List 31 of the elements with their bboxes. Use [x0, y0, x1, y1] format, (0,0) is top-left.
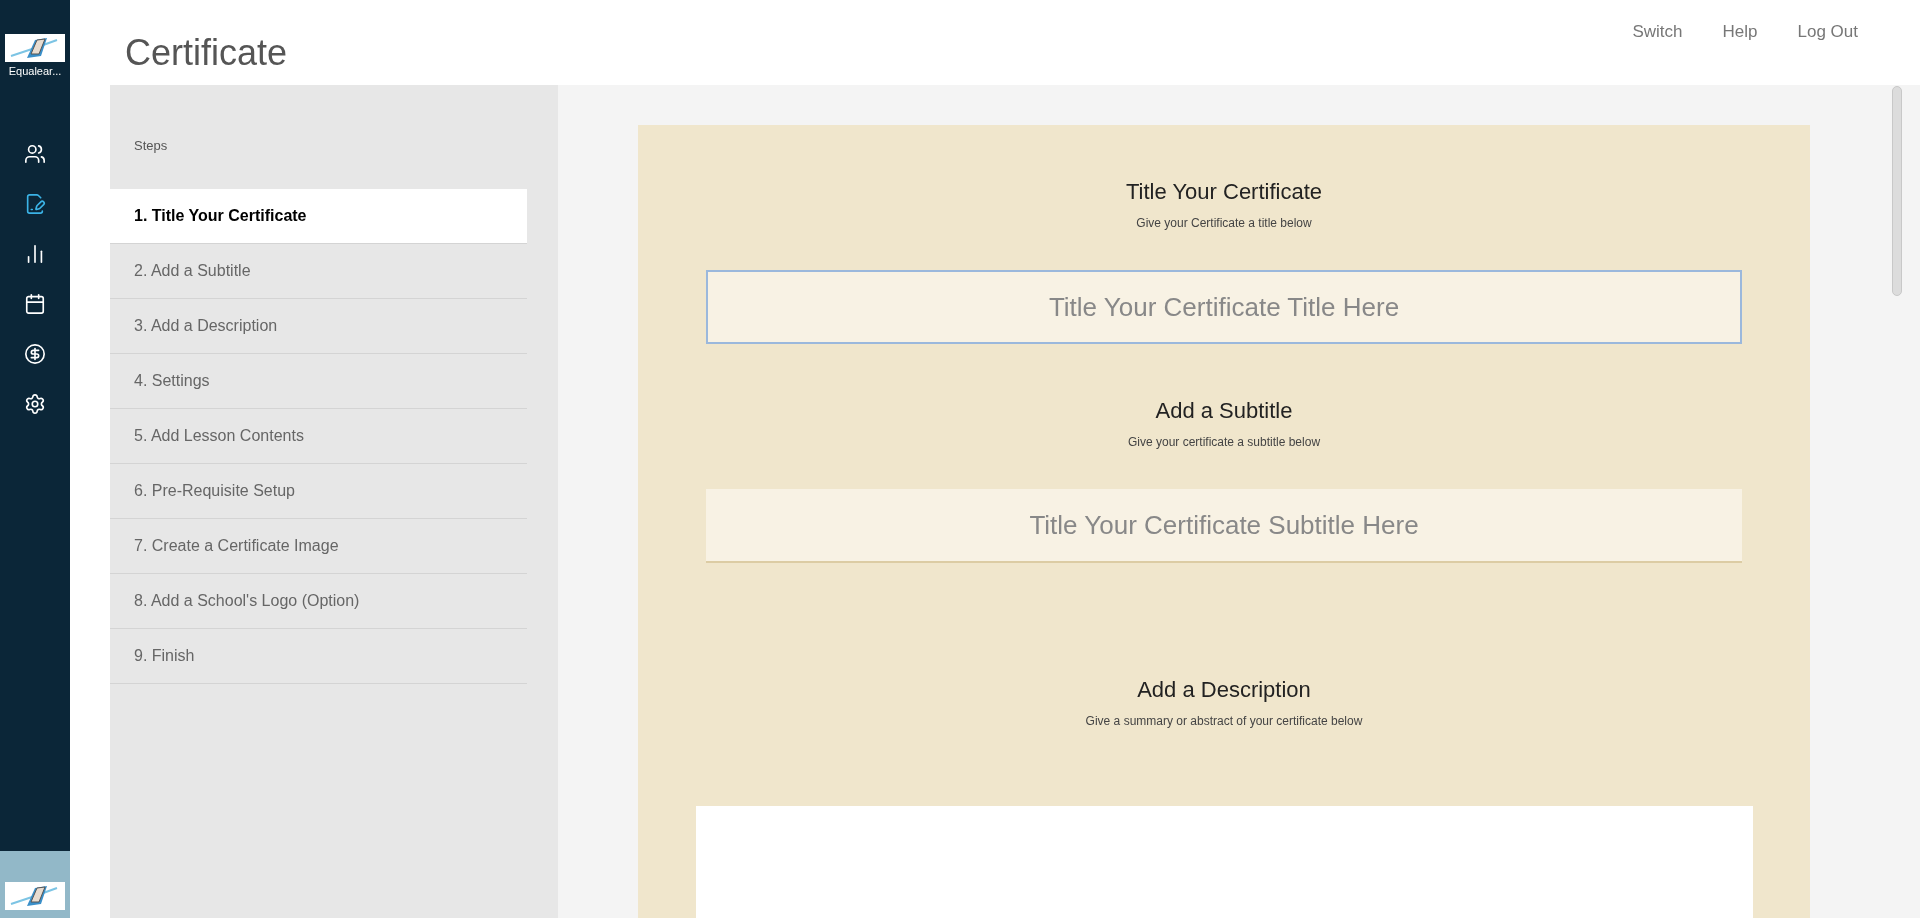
- step-item[interactable]: 7. Create a Certificate Image: [110, 519, 527, 574]
- brand-logo: [5, 34, 65, 62]
- header-link[interactable]: Log Out: [1797, 19, 1858, 45]
- scrollbar[interactable]: [1892, 86, 1902, 296]
- section-hint: Give your certificate a subtitle below: [1127, 434, 1321, 451]
- steps-heading: Steps: [134, 138, 168, 153]
- dollar-icon[interactable]: [24, 342, 46, 365]
- edit-icon[interactable]: [24, 192, 46, 215]
- calendar-icon[interactable]: [24, 292, 46, 315]
- settings-icon[interactable]: [24, 392, 46, 415]
- step-item[interactable]: 4. Settings: [110, 354, 527, 409]
- section-hint: Give your Certificate a title below: [1136, 215, 1312, 232]
- header-link[interactable]: Switch: [1632, 19, 1683, 45]
- step-item[interactable]: 6. Pre-Requisite Setup: [110, 464, 527, 519]
- brand-name: Equalear...: [8, 64, 62, 79]
- text-input[interactable]: Title Your Certificate Title Here: [706, 270, 1742, 344]
- section-hint: Give a summary or abstract of your certificate below: [1085, 713, 1363, 730]
- header-link[interactable]: Help: [1722, 19, 1758, 45]
- footer-logo: [5, 882, 65, 910]
- section-heading: Add a Description: [1137, 676, 1311, 704]
- people-icon[interactable]: [24, 142, 46, 165]
- step-item[interactable]: 3. Add a Description: [110, 299, 527, 354]
- step-item[interactable]: 5. Add Lesson Contents: [110, 409, 527, 464]
- text-input[interactable]: Title Your Certificate Subtitle Here: [706, 489, 1742, 563]
- step-item[interactable]: 8. Add a School's Logo (Option): [110, 574, 527, 629]
- page-title: Certificate: [125, 31, 288, 75]
- section-heading: Add a Subtitle: [1155, 397, 1293, 425]
- step-item[interactable]: 1. Title Your Certificate: [110, 189, 527, 244]
- step-item[interactable]: 9. Finish: [110, 629, 527, 684]
- step-item[interactable]: 2. Add a Subtitle: [110, 244, 527, 299]
- section-heading: Title Your Certificate: [1125, 178, 1323, 206]
